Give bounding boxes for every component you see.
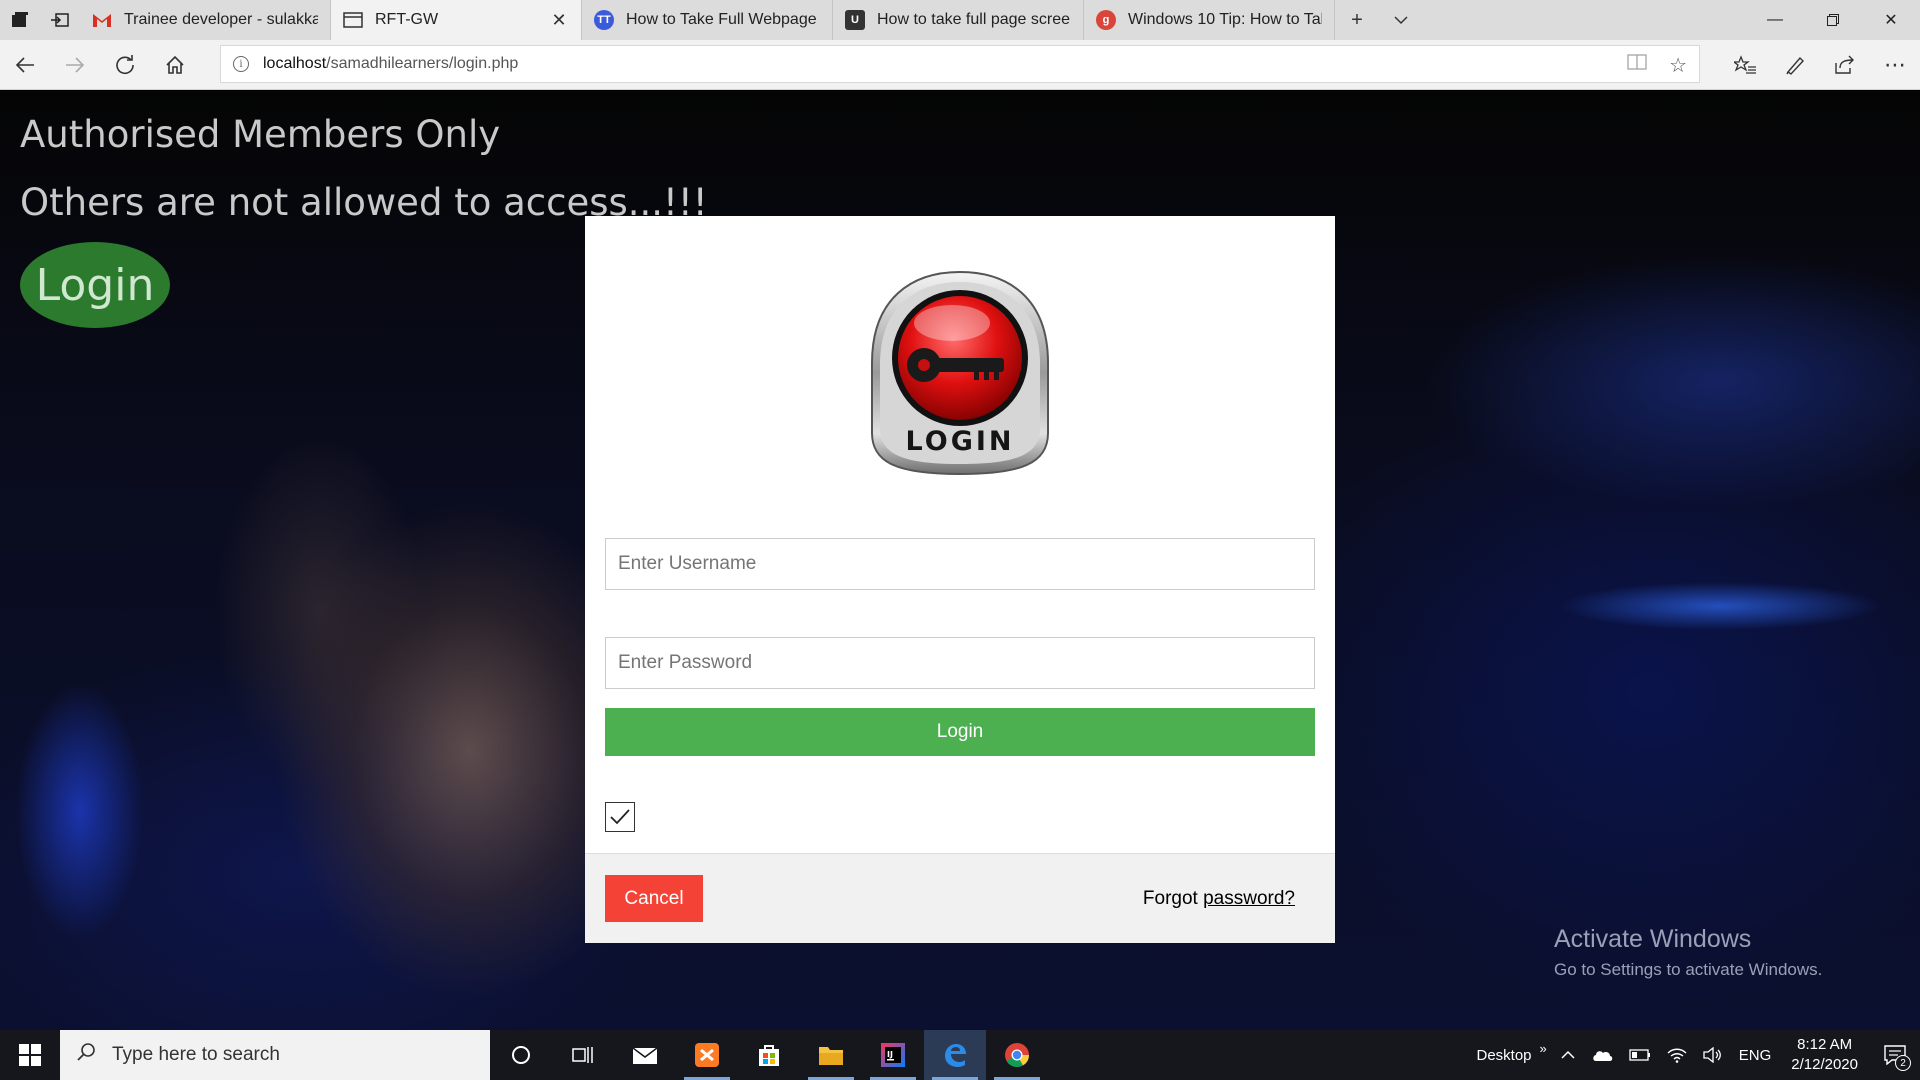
reading-view-icon[interactable]	[1627, 53, 1647, 77]
tab-list-chevron-icon[interactable]	[1379, 0, 1423, 40]
intellij-icon[interactable]: IJ	[862, 1030, 924, 1080]
forgot-password-text: Forgot password?	[1143, 888, 1295, 910]
pen-annotate-icon[interactable]	[1770, 40, 1820, 90]
svg-text:IJ: IJ	[887, 1050, 893, 1059]
activate-windows-watermark: Activate Windows Go to Settings to activ…	[1554, 925, 1822, 980]
forgot-prefix: Forgot	[1142, 888, 1204, 909]
action-center-icon[interactable]: 2	[1870, 1030, 1920, 1080]
browser-navbar: i localhost/samadhilearners/login.php ☆ …	[0, 40, 1920, 90]
login-logo-text: LOGIN	[905, 426, 1015, 457]
watermark-title: Activate Windows	[1554, 925, 1752, 953]
search-placeholder: Type here to search	[112, 1044, 280, 1065]
windows-taskbar: Type here to search IJ Desktop » ENG 8:1…	[0, 1030, 1920, 1080]
browser-tab-strip: Trainee developer - sulakkai RFT-GW ✕ TT…	[0, 0, 1920, 40]
share-icon[interactable]	[1820, 40, 1870, 90]
more-menu-icon[interactable]: ⋯	[1870, 40, 1920, 90]
cortana-icon[interactable]	[490, 1030, 552, 1080]
set-tabs-aside-icon[interactable]	[40, 0, 80, 40]
open-login-button[interactable]: Login	[20, 242, 170, 328]
window-controls: — ✕	[1746, 0, 1920, 40]
volume-icon[interactable]	[1695, 1047, 1731, 1063]
close-window-icon[interactable]: ✕	[1862, 0, 1920, 40]
favorite-star-icon[interactable]: ☆	[1669, 53, 1687, 78]
browser-tab-windows-tip[interactable]: g Windows 10 Tip: How to Tal	[1084, 0, 1335, 40]
tab-title: RFT-GW	[375, 11, 439, 28]
tab-title: How to Take Full Webpage :	[626, 11, 820, 28]
password-input[interactable]	[605, 637, 1315, 689]
login-logo: LOGIN	[862, 268, 1058, 478]
page-icon	[343, 10, 363, 30]
browser-toolbar-right: ⋯	[1720, 40, 1920, 90]
cancel-button[interactable]: Cancel	[605, 875, 703, 922]
wifi-icon[interactable]	[1659, 1047, 1695, 1063]
refresh-icon[interactable]	[100, 40, 150, 90]
tab-title: How to take full page screen	[877, 11, 1071, 28]
task-view-icon[interactable]	[552, 1030, 614, 1080]
chrome-icon[interactable]	[986, 1030, 1048, 1080]
toolbar-expand-icon[interactable]: »	[1540, 1041, 1553, 1056]
favorites-list-icon[interactable]	[1720, 40, 1770, 90]
browser-tab-full-page-screen[interactable]: U How to take full page screen	[833, 0, 1084, 40]
page-heading-authorised: Authorised Members Only	[20, 113, 501, 156]
taskbar-clock[interactable]: 8:12 AM 2/12/2020	[1779, 1035, 1870, 1075]
file-explorer-icon[interactable]	[800, 1030, 862, 1080]
tab-manager-icon[interactable]	[0, 0, 40, 40]
watermark-subtitle: Go to Settings to activate Windows.	[1554, 960, 1823, 979]
forgot-password-link[interactable]: password?	[1203, 888, 1295, 909]
forward-arrow-icon[interactable]	[50, 40, 100, 90]
onedrive-icon[interactable]	[1583, 1048, 1621, 1062]
address-bar[interactable]: i localhost/samadhilearners/login.php ☆	[220, 45, 1700, 83]
site-info-icon[interactable]: i	[233, 56, 249, 72]
close-tab-icon[interactable]: ✕	[549, 10, 569, 31]
home-icon[interactable]	[150, 40, 200, 90]
taskbar-search-box[interactable]: Type here to search	[60, 1030, 490, 1080]
browser-tab-rft-gw[interactable]: RFT-GW ✕	[331, 0, 582, 40]
clock-time: 8:12 AM	[1797, 1036, 1853, 1053]
desktop-toolbar-label[interactable]: Desktop	[1468, 1047, 1539, 1064]
remember-me-checkbox[interactable]	[605, 802, 635, 832]
login-submit-button[interactable]: Login	[605, 708, 1315, 756]
store-icon[interactable]	[738, 1030, 800, 1080]
g-icon: g	[1096, 10, 1116, 30]
tt-icon: TT	[594, 10, 614, 30]
browser-tab-full-webpage[interactable]: TT How to Take Full Webpage :	[582, 0, 833, 40]
u-icon: U	[845, 10, 865, 30]
system-tray: Desktop » ENG 8:12 AM 2/12/2020 2	[1468, 1030, 1920, 1080]
modal-footer: Cancel Forgot password?	[585, 853, 1335, 943]
gmail-icon	[92, 10, 112, 30]
xampp-icon[interactable]	[676, 1030, 738, 1080]
browser-tab-gmail[interactable]: Trainee developer - sulakkai	[80, 0, 331, 40]
battery-icon[interactable]	[1621, 1049, 1659, 1061]
search-icon	[76, 1042, 96, 1068]
clock-date: 2/12/2020	[1791, 1056, 1858, 1073]
edge-browser-icon[interactable]	[924, 1030, 986, 1080]
new-tab-icon[interactable]: +	[1335, 0, 1379, 40]
username-input[interactable]	[605, 538, 1315, 590]
page-viewport: Authorised Members Only Others are not a…	[0, 91, 1920, 1030]
back-arrow-icon[interactable]	[0, 40, 50, 90]
windows-start-icon[interactable]	[0, 1030, 60, 1080]
tab-title: Trainee developer - sulakkai	[124, 11, 318, 28]
url-path: /samadhilearners/login.php	[326, 55, 519, 72]
login-modal: LOGIN Login Cancel Forgot password?	[585, 216, 1335, 943]
checkmark-icon	[610, 809, 630, 825]
show-hidden-icons-chevron-icon[interactable]	[1553, 1050, 1583, 1060]
url-host: localhost	[263, 55, 327, 72]
notification-count-badge: 2	[1895, 1055, 1911, 1071]
mail-icon[interactable]	[614, 1030, 676, 1080]
tab-title: Windows 10 Tip: How to Tal	[1128, 11, 1322, 28]
input-language[interactable]: ENG	[1731, 1047, 1780, 1064]
restore-icon[interactable]	[1804, 0, 1862, 40]
minimize-icon[interactable]: —	[1746, 0, 1804, 40]
